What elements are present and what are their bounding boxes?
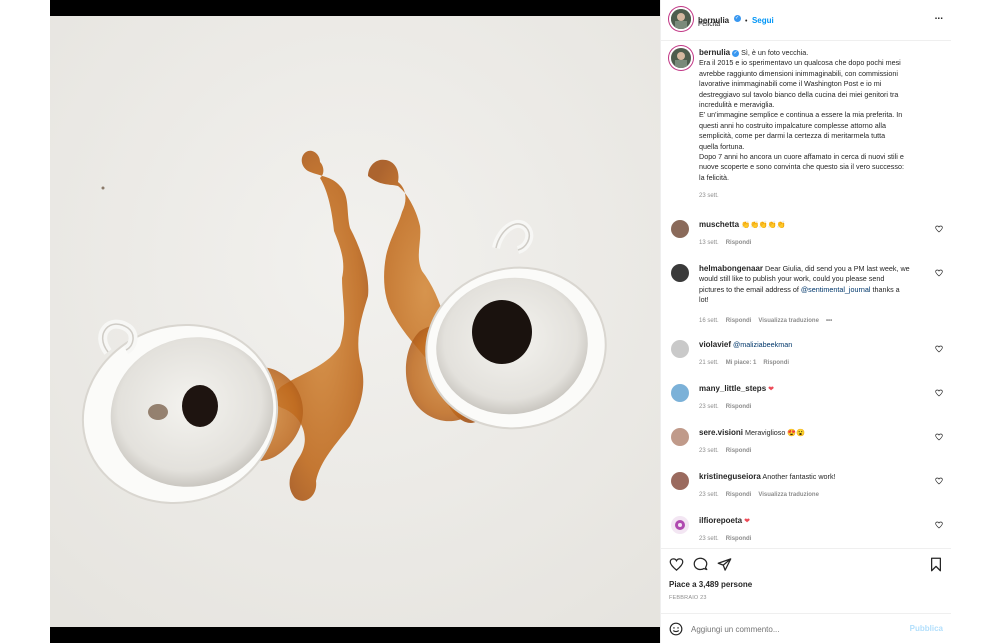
commenter-avatar[interactable] <box>671 384 689 402</box>
commenter-avatar[interactable] <box>671 264 689 282</box>
comment-text: ❤ <box>744 516 751 525</box>
comment-likes-count[interactable]: Mi piace: 1 <box>726 360 757 366</box>
caption-line: Era il 2015 e io sperimentavo un qualcos… <box>699 58 901 68</box>
reply-button[interactable]: Rispondi <box>763 360 789 366</box>
commenter-avatar[interactable] <box>671 472 689 490</box>
comment-timestamp: 13 sett. <box>699 240 719 246</box>
author-avatar[interactable] <box>671 9 691 29</box>
comment-timestamp: 23 sett. <box>699 536 719 542</box>
header-separator: • <box>745 18 748 25</box>
post-caption: bernulia ✓ Sì, è un foto vecchia. Era il… <box>699 48 943 202</box>
commenter-avatar[interactable] <box>671 340 689 358</box>
commenter-username[interactable]: violavief <box>699 340 731 349</box>
caption-line: Dopo 7 anni ho ancora un cuore affamato … <box>699 152 904 162</box>
comment-timestamp: 16 sett. <box>699 318 719 324</box>
comment-timestamp: 23 sett. <box>699 448 719 454</box>
commenter-avatar[interactable] <box>671 220 689 238</box>
comment-text: pictures to the email address of <box>699 284 801 294</box>
caption-line: quella fortuna. <box>699 141 745 151</box>
like-comment-heart-icon[interactable] <box>935 389 943 397</box>
caption-line: Sì, è un foto vecchia. <box>741 48 809 57</box>
photo-letterbox-bottom <box>50 627 660 643</box>
comment-bubble-icon[interactable] <box>693 557 708 572</box>
caption-line: questi anni ho costruito impalcature com… <box>699 120 886 130</box>
caption-line: semplicità, come per darmi la certezza d… <box>699 131 886 141</box>
reply-button[interactable]: Rispondi <box>726 536 752 542</box>
like-comment-heart-icon[interactable] <box>935 521 943 529</box>
comment-text: 👏👏👏👏👏 <box>741 220 786 229</box>
translate-button[interactable]: Visualizza traduzione <box>758 318 819 324</box>
comment-text: thanks a <box>870 284 900 294</box>
caption-line: la felicità. <box>699 172 729 182</box>
comment-timestamp: 23 sett. <box>699 404 719 410</box>
caption-line: E' un'immagine semplice e continua a ess… <box>699 110 903 120</box>
reply-button[interactable]: Rispondi <box>726 492 752 498</box>
caption-author-avatar[interactable] <box>671 48 691 68</box>
commenter-username[interactable]: kristineguseiora <box>699 472 761 481</box>
commenter-username[interactable]: sere.visioni <box>699 428 743 437</box>
reply-button[interactable]: Rispondi <box>726 318 752 324</box>
comment-timestamp: 21 sett. <box>699 360 719 366</box>
post-photo[interactable] <box>50 0 660 643</box>
commenter-username[interactable]: helmabongenaar <box>699 264 763 273</box>
like-comment-heart-icon[interactable] <box>935 225 943 233</box>
publish-button[interactable]: Pubblica <box>910 624 943 633</box>
caption-line: destreggiavo sul tavolo bianco della cuc… <box>699 89 899 99</box>
commenter-avatar[interactable] <box>671 428 689 446</box>
follow-button[interactable]: Segui <box>752 16 774 25</box>
verified-badge-icon: ✓ <box>733 15 741 23</box>
caption-line: nuove scoperte e sono convinta che quest… <box>699 162 904 172</box>
comment-text: Dear Giulia, did send you a PM last week… <box>765 264 910 273</box>
comment-input[interactable] <box>691 620 891 638</box>
reply-button[interactable]: Rispondi <box>726 448 752 454</box>
flower-avatar-icon <box>675 520 685 530</box>
like-comment-heart-icon[interactable] <box>935 477 943 485</box>
like-comment-heart-icon[interactable] <box>935 345 943 353</box>
commenter-avatar[interactable] <box>671 516 689 534</box>
avatar-image-icon <box>671 9 691 29</box>
reply-button[interactable]: Rispondi <box>726 404 752 410</box>
caption-line: avrebbe raggiunto dimensioni inimmaginab… <box>699 68 898 78</box>
like-comment-heart-icon[interactable] <box>935 269 943 277</box>
mention-link[interactable]: @maliziabeekman <box>733 340 792 349</box>
comment-text: Another fantastic work! <box>762 472 836 481</box>
add-comment-bar: Pubblica <box>661 613 951 644</box>
more-options-icon[interactable]: ... <box>935 11 943 22</box>
comment-text: ❤ <box>768 384 775 393</box>
likes-count[interactable]: Piace a 3,489 persone <box>669 580 752 589</box>
photo-letterbox-top <box>50 0 660 16</box>
reply-button[interactable]: Rispondi <box>726 240 752 246</box>
post-header: bernulia ✓ • Segui Felicità ... <box>661 0 951 41</box>
like-comment-heart-icon[interactable] <box>935 433 943 441</box>
commenter-username[interactable]: ilfiorepoeta <box>699 516 742 525</box>
post-location[interactable]: Felicità <box>698 21 720 28</box>
caption-line: incredulità e meraviglia. <box>699 100 775 110</box>
avatar-image-icon <box>671 48 691 68</box>
translate-button[interactable]: Visualizza traduzione <box>758 492 819 498</box>
comment-text: lot! <box>699 295 709 305</box>
comment-text: would still like to publish your work, c… <box>699 274 885 284</box>
caption-line: lavorative inimmaginabili come il Washin… <box>699 79 882 89</box>
comment-text: Meraviglioso 😍😮 <box>745 428 806 437</box>
verified-badge-icon: ✓ <box>732 49 740 57</box>
mention-link[interactable]: @sentimental_journal <box>801 285 871 294</box>
post-actions-bar: Piace a 3,489 persone FEBBRAIO 23 <box>661 548 951 619</box>
coffee-cups-illustration <box>50 16 660 627</box>
emoji-smiley-icon[interactable] <box>669 622 683 636</box>
caption-timestamp: 23 sett. <box>699 193 719 200</box>
post-date: FEBBRAIO 23 <box>669 595 707 601</box>
comment-more-icon[interactable]: ••• <box>826 318 832 324</box>
like-heart-icon[interactable] <box>669 557 684 572</box>
commenter-username[interactable]: muschetta <box>699 220 739 229</box>
share-send-icon[interactable] <box>717 557 732 572</box>
caption-username[interactable]: bernulia <box>699 48 730 57</box>
post-side-panel: bernulia ✓ • Segui Felicità ... bernulia… <box>660 0 951 643</box>
comment-timestamp: 23 sett. <box>699 492 719 498</box>
commenter-username[interactable]: many_little_steps <box>699 384 766 393</box>
save-bookmark-icon[interactable] <box>929 557 943 572</box>
